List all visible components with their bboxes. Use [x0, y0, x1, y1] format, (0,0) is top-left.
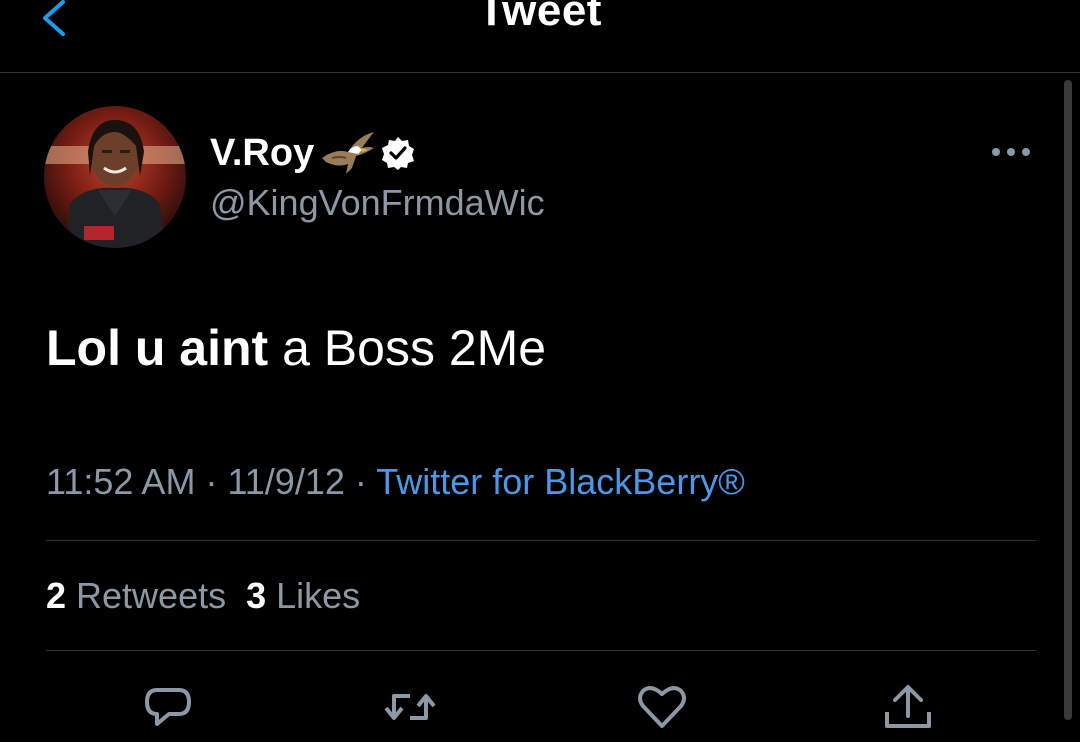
meta-separator: ·: [344, 461, 377, 502]
more-options-button[interactable]: [986, 132, 1036, 172]
action-bar: [0, 672, 1080, 732]
heart-icon: [638, 686, 686, 728]
tweet-text-bold: Lol u aint: [46, 320, 269, 376]
retweets-count: 2: [46, 575, 67, 616]
meta-separator: ·: [195, 461, 228, 502]
tweet-time: 11:52 AM: [46, 461, 196, 502]
retweet-icon: [384, 694, 436, 720]
tweet-date: 11/9/12: [227, 461, 345, 502]
eagle-icon: [322, 132, 375, 174]
display-name: V.Roy: [210, 132, 315, 174]
author-handle[interactable]: @KingVonFrmdaWic: [210, 180, 545, 226]
like-button[interactable]: [632, 682, 692, 742]
retweets-label: Retweets: [66, 575, 227, 616]
likes-count: 3: [246, 575, 267, 616]
nav-bar: Tweet: [0, 0, 1080, 73]
reply-icon: [145, 688, 191, 726]
author-name[interactable]: V.Roy: [210, 128, 416, 178]
tweet-meta: 11:52 AM · 11/9/12 · Twitter for BlackBe…: [46, 458, 745, 506]
tweet-text-regular: a Boss 2Me: [268, 320, 547, 376]
share-button[interactable]: [878, 682, 938, 742]
avatar[interactable]: [44, 106, 186, 248]
more-horizontal-icon: [992, 148, 1030, 156]
retweets-stat[interactable]: 2 Retweets: [46, 575, 226, 616]
share-icon: [885, 685, 931, 728]
retweet-button[interactable]: [380, 682, 440, 742]
likes-label: Likes: [266, 575, 361, 616]
page-title: Tweet: [478, 0, 602, 35]
reply-button[interactable]: [138, 682, 198, 742]
avatar-image: [44, 106, 186, 248]
tweet-text: Lol u aint a Boss 2Me: [46, 316, 546, 380]
likes-stat[interactable]: 3 Likes: [246, 575, 360, 616]
divider: [46, 540, 1036, 541]
scrollbar[interactable]: [1064, 80, 1072, 720]
tweet-source-link[interactable]: Twitter for BlackBerry®: [376, 461, 745, 502]
tweet-stats: 2 Retweets 3 Likes: [46, 572, 380, 620]
divider: [46, 650, 1036, 651]
verified-badge-icon: [382, 137, 415, 170]
